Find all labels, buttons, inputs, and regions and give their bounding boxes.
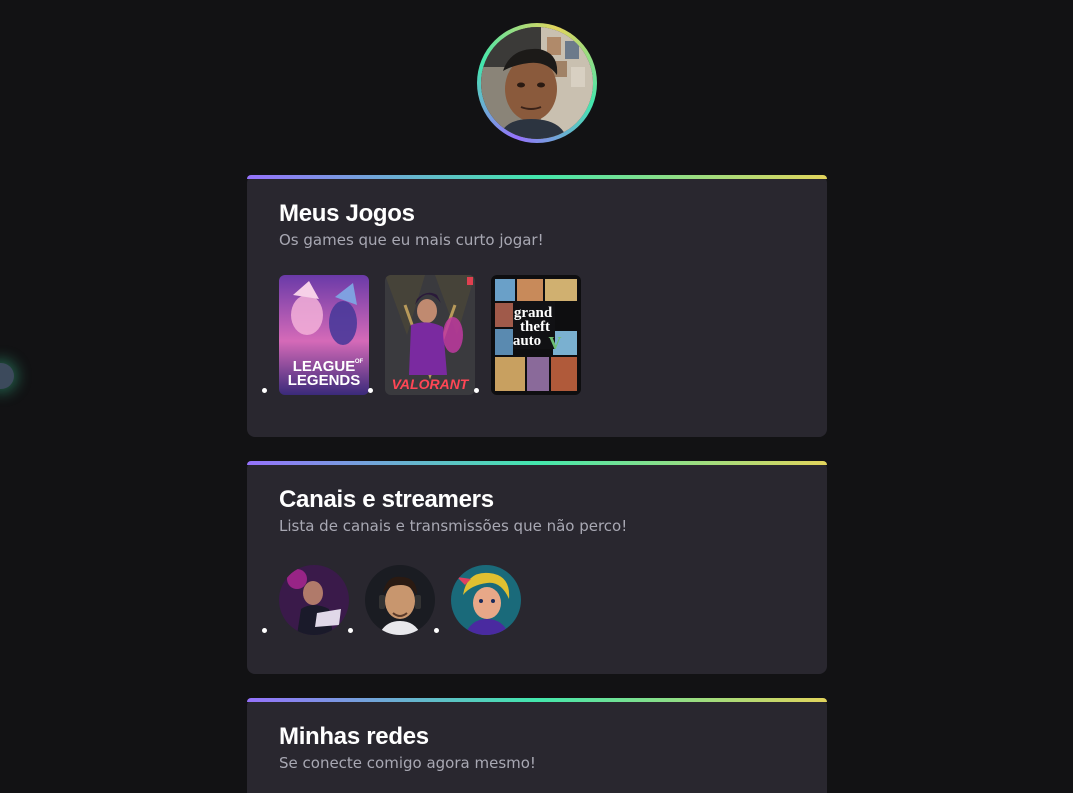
lol-cover-of: OF [355, 359, 364, 365]
social-title: Minhas redes [279, 723, 429, 750]
gta-cover-line3: auto [513, 333, 541, 349]
streamer-avatar-2[interactable] [365, 565, 435, 635]
lol-cover[interactable]: LEAGUE OF LEGENDS [279, 275, 369, 395]
lol-cover-line2: LEGENDS [288, 372, 361, 389]
games-card: Meus Jogos Os games que eu mais curto jo… [247, 175, 827, 437]
list-bullet [474, 388, 479, 393]
streamers-list [262, 565, 795, 635]
streamer-avatar-1[interactable] [279, 565, 349, 635]
streamer-avatar-3[interactable] [451, 565, 521, 635]
streamer-item-3[interactable] [434, 565, 521, 635]
list-bullet [348, 628, 353, 633]
streamer-item-1[interactable] [262, 565, 349, 635]
games-list: LEAGUE OF LEGENDS VALORANT grand theft a… [262, 275, 795, 395]
gta-cover[interactable]: grand theft auto V [491, 275, 581, 395]
list-bullet [262, 628, 267, 633]
list-bullet [368, 388, 373, 393]
streamers-title: Canais e streamers [279, 486, 494, 513]
game-item-gta[interactable]: grand theft auto V [474, 275, 581, 395]
game-item-lol[interactable]: LEAGUE OF LEGENDS [262, 275, 369, 395]
social-subtitle: Se conecte comigo agora mesmo! [279, 754, 536, 772]
streamers-card: Canais e streamers Lista de canais e tra… [247, 461, 827, 674]
gta-cover-numeral: V [549, 333, 562, 353]
streamer-item-2[interactable] [348, 565, 435, 635]
game-item-valorant[interactable]: VALORANT [368, 275, 475, 395]
valorant-cover[interactable]: VALORANT [385, 275, 475, 395]
profile-avatar[interactable] [477, 23, 597, 143]
social-card: Minhas redes Se conecte comigo agora mes… [247, 698, 827, 793]
profile-photo [481, 27, 593, 139]
valorant-cover-text: VALORANT [392, 376, 470, 392]
games-subtitle: Os games que eu mais curto jogar! [279, 231, 544, 249]
list-bullet [434, 628, 439, 633]
side-toggle-dot[interactable] [0, 363, 14, 389]
page: Meus Jogos Os games que eu mais curto jo… [0, 0, 1073, 793]
streamers-subtitle: Lista de canais e transmissões que não p… [279, 517, 628, 535]
games-title: Meus Jogos [279, 200, 415, 227]
list-bullet [262, 388, 267, 393]
